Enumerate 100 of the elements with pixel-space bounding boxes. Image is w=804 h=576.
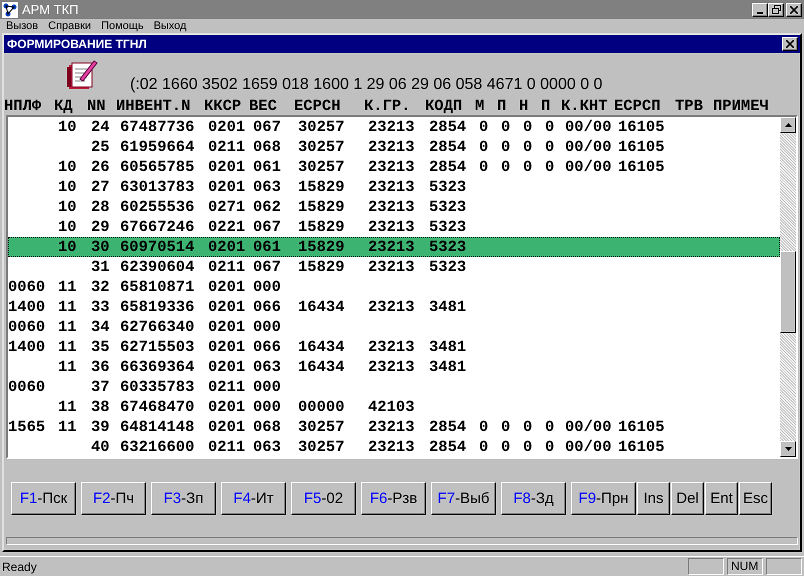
close-icon (786, 40, 794, 48)
table-cell-text: 16105 (618, 417, 666, 437)
scrollbar-thumb[interactable] (780, 251, 796, 333)
table-cell-text: 2854 (429, 437, 468, 457)
table-cell-text: 11 (58, 337, 78, 357)
table-row[interactable]: 1565 11 39 64814148 0201 068 30257 23213 2854 0 0 0 0 00/00 16105 (8, 417, 780, 437)
status-pane (766, 558, 802, 575)
table-cell-text: 0211 (208, 377, 246, 397)
table-cell-text: 16105 (618, 117, 666, 137)
table-cell-text: 34 (91, 317, 111, 337)
function-key-button[interactable]: F1-Пск (11, 482, 76, 514)
table-cell-text: 23213 (368, 417, 416, 437)
table-cell-text: 00/00 (565, 417, 613, 437)
table-row[interactable]: 10 29 67667246 0221 067 15829 23213 5323 (8, 217, 780, 237)
table-cell-text: 16434 (298, 337, 346, 357)
table-cell-text: 0 (479, 417, 490, 437)
restore-icon (772, 5, 780, 14)
table-row[interactable]: 10 30 60970514 0201 061 15829 23213 5323 (8, 237, 780, 257)
table-cell-text: 29 (91, 217, 111, 237)
column-header: ККСР (204, 97, 242, 115)
function-key-button[interactable]: F4-Ит (221, 482, 286, 514)
table-cell-text: 063 (253, 437, 282, 457)
table-cell-text: 36 (91, 357, 111, 377)
table-cell-text: 23213 (368, 197, 416, 217)
table-row[interactable]: 31 62390604 0211 067 15829 23213 5323 (8, 257, 780, 277)
table-cell-text: 3481 (429, 337, 468, 357)
table-cell-text: 33 (91, 297, 111, 317)
table-row[interactable]: 0060 11 32 65810871 0201 000 (8, 277, 780, 297)
table-cell-text: 66369364 (120, 357, 196, 377)
menu-item[interactable]: Справки (48, 19, 92, 33)
function-key-button[interactable]: F9-Прн (571, 482, 636, 514)
table-row[interactable]: 40 63216600 0211 063 30257 23213 2854 0 0 0 0 00/00 16105 (8, 437, 780, 457)
table-cell-text: 0221 (208, 217, 246, 237)
table-row[interactable]: 0060 37 60335783 0211 000 (8, 377, 780, 397)
table-row[interactable]: 10 24 67487736 0201 067 30257 23213 2854 0 0 0 0 00/00 16105 (8, 117, 780, 137)
table-cell-text: 2854 (429, 137, 468, 157)
table-cell-text: 063 (253, 357, 282, 377)
function-key-button[interactable]: Del (671, 482, 704, 514)
table-row[interactable]: 11 36 66369364 0201 063 16434 23213 3481 (8, 357, 780, 377)
table-cell-text: 65810871 (120, 277, 196, 297)
close-button[interactable] (782, 37, 798, 51)
table-cell-text: 00/00 (565, 437, 613, 457)
restore-button[interactable] (768, 2, 784, 16)
table-cell-text: 068 (253, 417, 282, 437)
table-cell-text: 23213 (368, 337, 416, 357)
function-key-button[interactable]: Esc (739, 482, 772, 514)
table-cell-text: 23213 (368, 297, 416, 317)
table-row[interactable]: 10 28 60255536 0271 062 15829 23213 5323 (8, 197, 780, 217)
table-cell-text: 30257 (298, 137, 346, 157)
table-row[interactable]: 10 26 60565785 0201 061 30257 23213 2854 0 0 0 0 00/00 16105 (8, 157, 780, 177)
table-cell-text: 10 (58, 157, 78, 177)
table-cell-text: 0 (479, 157, 490, 177)
column-header: КОДП (425, 97, 464, 115)
column-header: К.КНТ (561, 97, 609, 115)
record-list[interactable] (6, 115, 798, 459)
column-header: К.ГР. (364, 97, 412, 115)
table-row[interactable]: 10 27 63013783 0201 063 15829 23213 5323 (8, 177, 780, 197)
menu-item[interactable]: Помощь (101, 19, 144, 33)
table-cell-text: 061 (253, 237, 282, 257)
menu-item[interactable]: Выход (154, 19, 186, 33)
menu-item[interactable]: Вызов (6, 19, 38, 33)
table-row[interactable]: 25 61959664 0211 068 30257 23213 2854 0 0 0 0 00/00 16105 (8, 137, 780, 157)
function-key-button[interactable]: F2-Пч (81, 482, 146, 514)
table-row[interactable]: 1400 11 35 62715503 0201 066 16434 23213 3481 (8, 337, 780, 357)
function-key-button[interactable]: Ent (705, 482, 738, 514)
function-key-button[interactable]: Ins (637, 482, 670, 514)
function-key-button[interactable]: F7-Выб (431, 482, 496, 514)
column-header: П (541, 97, 552, 115)
table-cell-text: 0 (479, 137, 490, 157)
table-row[interactable]: 1400 11 33 65819336 0201 066 16434 23213 3481 (8, 297, 780, 317)
table-cell-text: 066 (253, 337, 282, 357)
close-button[interactable] (786, 2, 802, 16)
minimize-button[interactable] (752, 2, 768, 16)
table-row[interactable]: 11 38 67468470 0201 000 00000 42103 (8, 397, 780, 417)
table-cell-text: 67487736 (120, 117, 196, 137)
scroll-down-button[interactable] (780, 441, 796, 457)
table-cell-text: 0 (479, 437, 490, 457)
table-cell-text: 30257 (298, 117, 346, 137)
table-cell-text: 0060 (8, 377, 46, 397)
table-cell-text: 16105 (618, 437, 666, 457)
function-key-button[interactable]: F6-Рзв (361, 482, 426, 514)
column-header: ЕСРСН (294, 97, 342, 115)
table-row[interactable]: 0060 11 34 62766340 0201 000 (8, 317, 780, 337)
function-key-button[interactable]: F5-02 (291, 482, 356, 514)
function-key-button[interactable]: F8-Зд (501, 482, 566, 514)
table-cell-text: 23213 (368, 437, 416, 457)
scroll-up-button[interactable] (780, 117, 796, 133)
table-cell-text: 0 (501, 137, 512, 157)
table-cell-text: 068 (253, 137, 282, 157)
table-cell-text: 0 (501, 117, 512, 137)
table-cell-text: 3481 (429, 297, 468, 317)
record-info-text: (:02 1660 3502 1659 018 1600 1 29 06 29 06 058 4671 0 0000 0 0 (130, 76, 602, 94)
table-cell-text: 2854 (429, 117, 468, 137)
status-pane (688, 558, 724, 575)
table-cell-text: 23213 (368, 217, 416, 237)
vertical-scrollbar[interactable] (780, 117, 796, 457)
table-cell-text: 067 (253, 217, 282, 237)
table-cell-text: 000 (253, 277, 282, 297)
column-header: ТРВ (675, 97, 704, 115)
function-key-button[interactable]: F3-Зп (151, 482, 216, 514)
